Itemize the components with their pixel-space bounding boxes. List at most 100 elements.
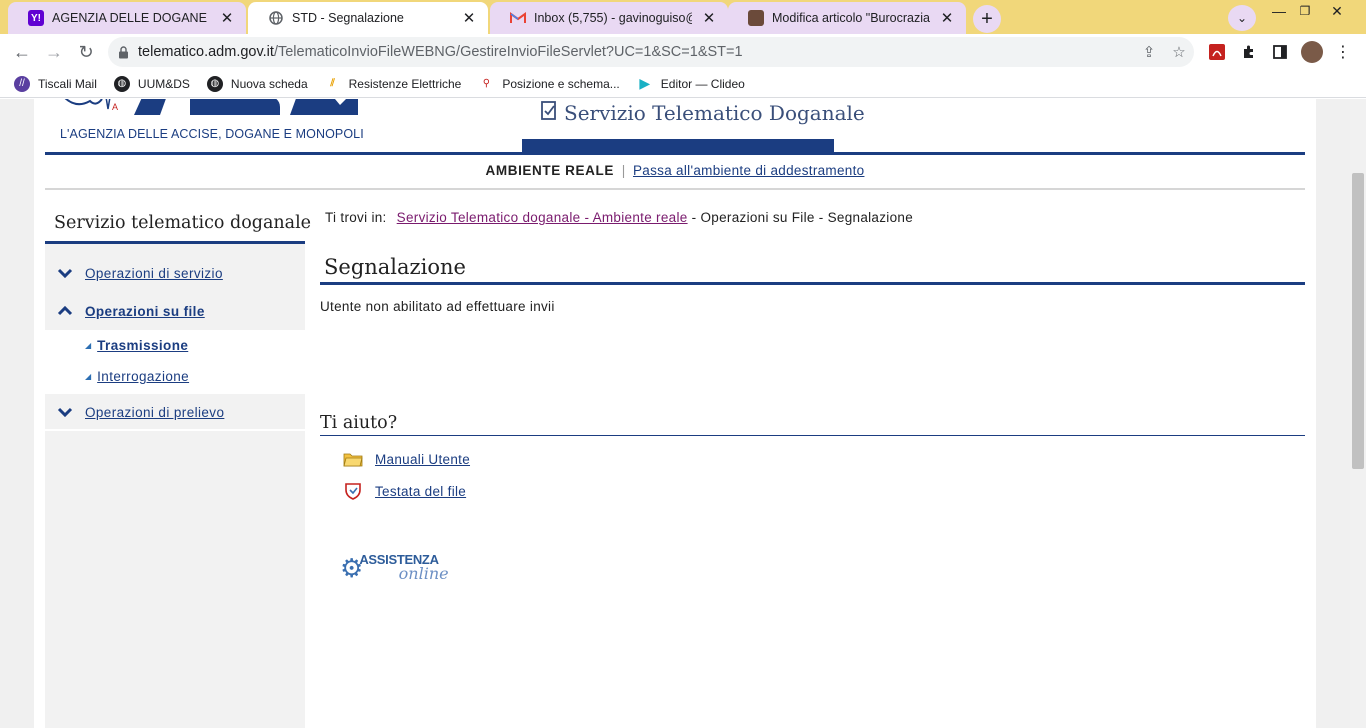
yahoo-icon: Y! xyxy=(28,10,44,26)
bookmarks-bar: // Tiscali Mail ◍ UUM&DS ◍ Nuova scheda … xyxy=(0,70,1366,98)
bookmark-label: Editor — Clideo xyxy=(660,76,745,91)
triangle-icon: ◢ xyxy=(85,341,92,350)
header-accent-block xyxy=(522,139,834,153)
sidebar-subitem-label[interactable]: Interrogazione xyxy=(97,369,189,384)
bookmark-tiscali[interactable]: // Tiscali Mail xyxy=(14,75,97,92)
document-icon xyxy=(540,99,558,126)
agency-name: L'AGENZIA DELLE ACCISE, DOGANE E MONOPOL… xyxy=(60,127,364,141)
environment-rule xyxy=(45,188,1305,190)
folder-icon xyxy=(342,450,364,468)
extensions-puzzle-icon[interactable] xyxy=(1238,41,1260,63)
scrollbar-thumb[interactable] xyxy=(1352,173,1364,469)
sidebar-subitem-trasmissione[interactable]: ◢ Trasmissione xyxy=(85,338,188,353)
bookmark-label: UUM&DS xyxy=(137,76,190,91)
help-link-label[interactable]: Testata del file xyxy=(375,484,466,499)
environment-label: AMBIENTE REALE xyxy=(485,163,614,178)
url-text[interactable]: telematico.adm.gov.it/TelematicoInvioFil… xyxy=(138,44,1134,60)
bookmark-resistenze[interactable]: ⫽ Resistenze Elettriche xyxy=(325,76,462,92)
browser-toolbar: ← → ↻ telematico.adm.gov.it/TelematicoIn… xyxy=(0,34,1366,70)
sidebar-item-label[interactable]: Operazioni su file xyxy=(85,304,205,319)
side-panel-icon[interactable] xyxy=(1269,41,1291,63)
new-tab-button[interactable]: + xyxy=(973,5,1001,33)
share-icon[interactable]: ⇪ xyxy=(1134,43,1164,61)
url-path: /TelematicoInvioFileWEBNG/GestireInvioFi… xyxy=(273,44,743,60)
sidebar-submenu: ◢ Trasmissione ◢ Interrogazione xyxy=(45,330,305,394)
close-icon[interactable]: ✕ xyxy=(938,9,956,27)
address-bar[interactable]: telematico.adm.gov.it/TelematicoInvioFil… xyxy=(108,37,1194,67)
page-scrollbar[interactable] xyxy=(1350,99,1366,728)
bookmark-label: Tiscali Mail xyxy=(38,76,97,91)
emblem-logo: A xyxy=(64,99,118,112)
help-link-manuali[interactable]: Manuali Utente xyxy=(342,450,470,468)
page-viewport: A L'AGENZIA DELLE ACCISE, DOGANE E MONOP… xyxy=(0,99,1350,728)
bookmark-label: Resistenze Elettriche xyxy=(348,76,462,91)
breadcrumb-tail: - Operazioni su File - Segnalazione xyxy=(691,210,914,225)
tab-yahoo[interactable]: Y! AGENZIA DELLE DOGANE - Risult ✕ xyxy=(8,2,246,34)
forward-button[interactable]: → xyxy=(40,38,68,66)
help-title: Ti aiuto? xyxy=(320,413,398,433)
reload-button[interactable]: ↻ xyxy=(72,38,100,66)
breadcrumb-link[interactable]: Servizio Telematico doganale - Ambiente … xyxy=(397,210,688,225)
chevron-up-icon xyxy=(45,306,85,316)
bookmark-nuova-scheda[interactable]: ◍ Nuova scheda xyxy=(206,75,308,92)
help-link-label[interactable]: Manuali Utente xyxy=(375,452,470,467)
globe-icon: ◍ xyxy=(206,75,223,92)
header-rule xyxy=(45,152,1305,155)
globe-icon: ◍ xyxy=(113,75,130,92)
bookmark-clideo[interactable]: ▶ Editor — Clideo xyxy=(637,75,745,92)
breadcrumb: Ti trovi in: Servizio Telematico doganal… xyxy=(325,210,913,225)
tab-search-button[interactable]: ⌄ xyxy=(1228,5,1256,31)
tab-std[interactable]: STD - Segnalazione ✕ xyxy=(248,2,488,34)
tab-title: Inbox (5,755) - gavinoguiso@gm xyxy=(534,11,692,25)
tiscali-icon: // xyxy=(14,75,30,92)
help-link-testata[interactable]: Testata del file xyxy=(342,482,466,500)
tab-title: Modifica articolo "Burocrazia, dic xyxy=(772,11,930,25)
schema-icon: ⚲ xyxy=(482,78,491,89)
chevron-down-icon xyxy=(45,268,85,278)
url-host: telematico.adm.gov.it xyxy=(138,44,274,60)
tab-gmail[interactable]: Inbox (5,755) - gavinoguiso@gm ✕ xyxy=(490,2,728,34)
sidebar-item-label[interactable]: Operazioni di prelievo xyxy=(85,405,224,420)
close-window-button[interactable]: ✕ xyxy=(1322,2,1352,20)
sidebar-title: Servizio telematico doganale xyxy=(45,202,311,244)
service-logo-text: Servizio Telematico Doganale xyxy=(564,100,865,125)
globe-icon xyxy=(268,10,284,26)
bookmark-label: Nuova scheda xyxy=(230,76,308,91)
star-icon[interactable]: ☆ xyxy=(1164,43,1194,61)
assist-text-2: online xyxy=(398,564,449,583)
environment-bar: AMBIENTE REALE | Passa all'ambiente di a… xyxy=(45,163,1305,178)
sidebar-item-operazioni-prelievo[interactable]: Operazioni di prelievo xyxy=(45,395,305,431)
bookmark-posizione[interactable]: ⚲ Posizione e schema... xyxy=(478,76,620,92)
page-container: A L'AGENZIA DELLE ACCISE, DOGANE E MONOP… xyxy=(34,99,1316,728)
sidebar-item-operazioni-file[interactable]: Operazioni su file xyxy=(45,292,305,330)
close-icon[interactable]: ✕ xyxy=(700,9,718,27)
title-rule xyxy=(320,282,1305,285)
sidebar-item-operazioni-servizio[interactable]: Operazioni di servizio xyxy=(45,254,305,292)
back-button[interactable]: ← xyxy=(8,38,36,66)
triangle-icon: ◢ xyxy=(85,372,92,381)
sidebar: Servizio telematico doganale Operazioni … xyxy=(45,202,311,728)
profile-avatar[interactable] xyxy=(1301,41,1323,63)
bookmark-label: Posizione e schema... xyxy=(502,76,620,91)
tab-article[interactable]: Modifica articolo "Burocrazia, dic ✕ xyxy=(728,2,966,34)
maximize-button[interactable]: ❐ xyxy=(1290,2,1320,20)
service-logo: Servizio Telematico Doganale xyxy=(540,99,865,126)
close-icon[interactable]: ✕ xyxy=(218,9,236,27)
switch-environment-link[interactable]: Passa all'ambiente di addestramento xyxy=(633,163,864,178)
bookmark-uumds[interactable]: ◍ UUM&DS xyxy=(113,75,190,92)
close-icon[interactable]: ✕ xyxy=(460,9,478,27)
menu-kebab-icon[interactable]: ⋮ xyxy=(1332,41,1354,63)
svg-text:A: A xyxy=(112,102,118,112)
environment-separator: | xyxy=(621,163,626,178)
breadcrumb-prefix: Ti trovi in: xyxy=(325,210,387,225)
assistenza-online-link[interactable]: ⚙ ASSISTENZA online xyxy=(340,552,449,583)
resistor-icon: ⫽ xyxy=(330,78,335,89)
sidebar-subitem-label[interactable]: Trasmissione xyxy=(97,338,188,353)
sidebar-item-label[interactable]: Operazioni di servizio xyxy=(85,266,223,281)
pdf-extension-icon[interactable] xyxy=(1206,41,1228,63)
avatar-icon xyxy=(748,10,764,26)
adm-wordmark-logo xyxy=(134,99,358,115)
shield-icon xyxy=(342,482,364,500)
status-message: Utente non abilitato ad effettuare invii xyxy=(320,299,555,314)
sidebar-subitem-interrogazione[interactable]: ◢ Interrogazione xyxy=(85,369,189,384)
